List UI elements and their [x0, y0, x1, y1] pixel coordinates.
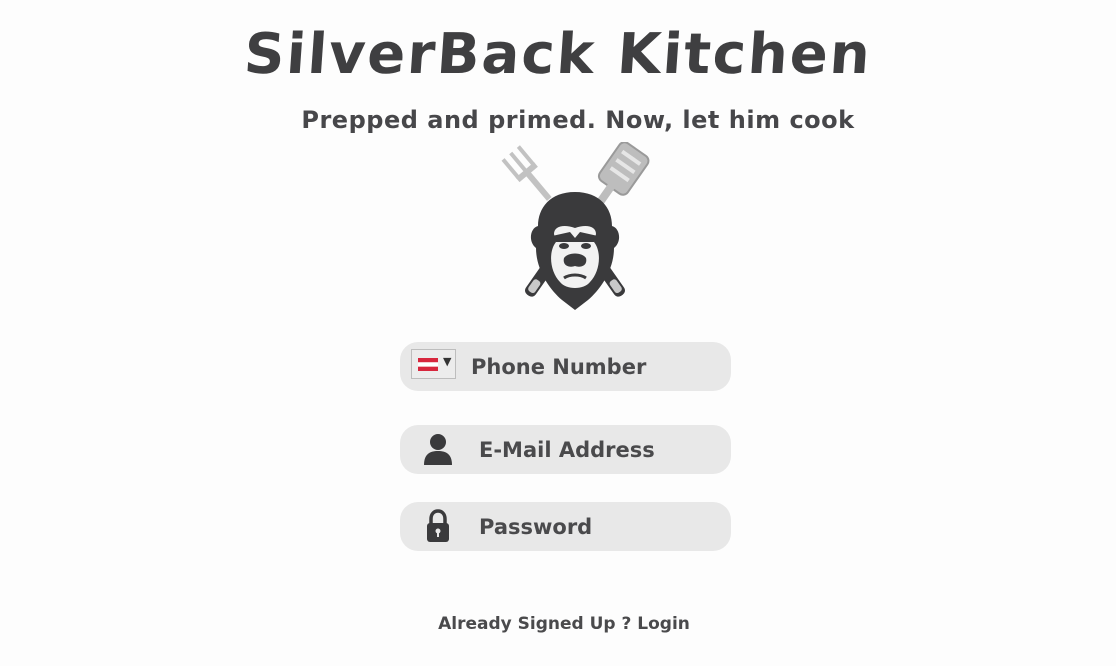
signup-page: SilverBack Kitchen Prepped and primed. N… — [0, 0, 1116, 666]
user-icon — [424, 434, 452, 465]
email-input[interactable] — [479, 425, 721, 474]
phone-input[interactable] — [471, 342, 721, 391]
login-prompt-text: Already Signed Up ? — [438, 614, 632, 634]
email-field — [400, 425, 731, 474]
chevron-down-icon: ▼ — [443, 355, 452, 368]
password-field — [400, 502, 731, 551]
phone-field: ▼ — [400, 342, 731, 391]
password-input[interactable] — [479, 502, 721, 551]
gorilla-chef-logo-icon — [501, 142, 650, 310]
app-subtitle: Prepped and primed. Now, let him cook — [301, 106, 855, 134]
austria-flag-icon — [418, 358, 438, 371]
lock-icon — [427, 509, 449, 542]
app-title: SilverBack Kitchen — [241, 22, 875, 87]
login-link[interactable]: Login — [637, 614, 690, 634]
login-prompt: Already Signed Up ? Login — [0, 614, 1116, 634]
country-code-select[interactable]: ▼ — [411, 349, 456, 379]
